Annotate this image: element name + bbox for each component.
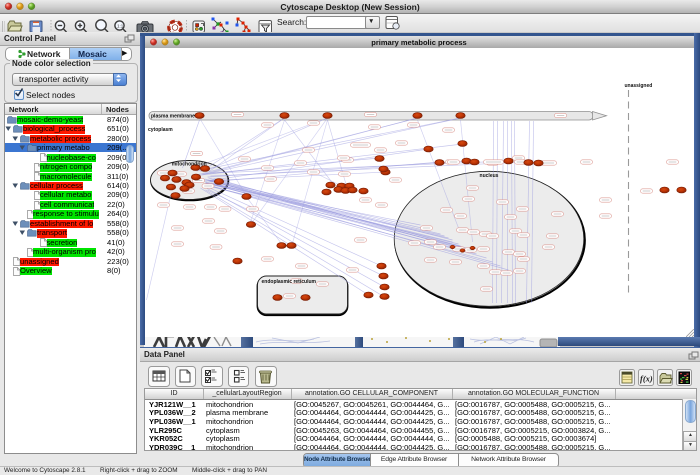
svg-text:nucleus: nucleus (479, 173, 498, 179)
svg-text:plasma membrane: plasma membrane (151, 114, 195, 120)
svg-text:unassigned: unassigned (624, 83, 652, 89)
svg-text:1:1: 1:1 (117, 24, 124, 29)
svg-text:mitochondrion: mitochondrion (171, 162, 206, 168)
svg-text:f(x): f(x) (640, 374, 653, 384)
svg-text:endoplasmic reticulum: endoplasmic reticulum (261, 279, 316, 285)
svg-text:cytoplasm: cytoplasm (148, 127, 173, 133)
